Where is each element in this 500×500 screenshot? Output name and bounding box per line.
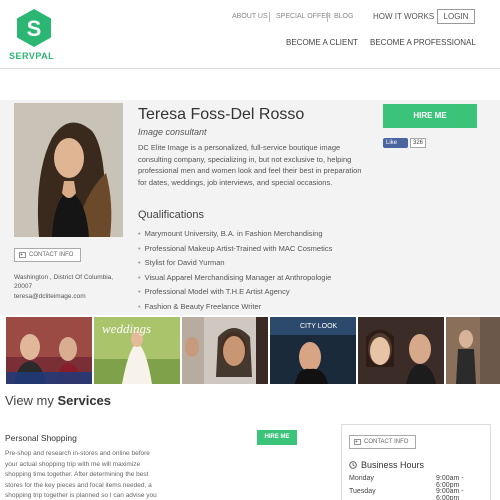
nav-divider <box>269 12 270 22</box>
profile-email[interactable]: teresa@dcliteimage.com <box>14 293 86 300</box>
service-description: Pre-shop and research in-stores and onli… <box>5 450 157 499</box>
contact-info-button[interactable]: CONTACT INFO <box>14 248 81 262</box>
gallery-weddings-text: weddings <box>102 321 151 336</box>
nav-become-professional[interactable]: BECOME A PROFESSIONAL <box>370 38 476 47</box>
panel-contact-info-button[interactable]: CONTACT INFO <box>349 435 416 449</box>
hours-time: 9:00am - 6:00pm <box>436 475 464 489</box>
contact-info-label: CONTACT INFO <box>29 252 74 258</box>
user-card-icon <box>354 439 361 445</box>
qualifications-list: Marymount University, B.A. in Fashion Me… <box>138 227 333 315</box>
nav-how-it-works[interactable]: HOW IT WORKS <box>373 12 434 21</box>
nav-become-client[interactable]: BECOME A CLIENT <box>286 38 358 47</box>
nav-divider <box>327 12 328 22</box>
header-divider <box>0 68 500 69</box>
hours-day: Monday <box>349 475 374 482</box>
service-name: Personal Shopping <box>5 433 77 443</box>
svg-text:S: S <box>27 16 42 41</box>
login-button[interactable]: LOGIN <box>437 9 475 24</box>
brand-name[interactable]: SERVPAL <box>9 51 54 61</box>
nav-special-offer[interactable]: SPECIAL OFFER <box>276 13 331 20</box>
hours-day: Tuesday <box>349 488 376 495</box>
profile-bio: DC Elite Image is a personalized, full-s… <box>138 143 362 187</box>
service-hire-button[interactable]: HIRE ME <box>257 430 297 445</box>
nav-blog[interactable]: BLOG <box>334 13 353 20</box>
qualification-item: Professional Makeup Artist-Trained with … <box>138 242 333 257</box>
qualification-item: Professional Model with T.H.E Artist Age… <box>138 285 332 300</box>
gallery-image[interactable] <box>6 317 92 384</box>
gallery-image[interactable]: weddings <box>94 317 180 384</box>
profile-location: Washington , District Of Columbia, 20007 <box>14 274 114 290</box>
business-hours-label: Business Hours <box>361 460 425 470</box>
services-heading-prefix: View my <box>5 393 54 408</box>
facebook-like-button[interactable]: Like <box>383 138 408 148</box>
gallery-image[interactable] <box>358 317 444 384</box>
user-card-icon <box>19 252 26 258</box>
gallery-image[interactable]: CITY LOOK <box>270 317 356 384</box>
services-heading-bold: Services <box>57 393 112 408</box>
hours-time: 9:00am - 6:00pm <box>436 488 464 500</box>
services-heading: View my Services <box>5 393 111 408</box>
qualifications-title: Qualifications <box>138 209 205 221</box>
qualification-item: Marymount University, B.A. in Fashion Me… <box>138 227 332 242</box>
profile-name: Teresa Foss-Del Rosso <box>138 106 305 123</box>
gallery-citylook-text: CITY LOOK <box>300 323 338 330</box>
nav-about-us[interactable]: ABOUT US <box>232 13 268 20</box>
profile-role: Image consultant <box>138 127 207 137</box>
profile-photo <box>14 103 123 237</box>
servpal-logo-icon[interactable]: S <box>14 8 54 48</box>
qualification-item: Fashion & Beauty Freelance Writer <box>138 300 332 315</box>
like-label: Like <box>386 140 398 146</box>
qualification-item: Stylist for David Yurman <box>138 256 332 271</box>
panel-contact-label: CONTACT INFO <box>364 439 409 445</box>
business-hours-title: Business Hours <box>349 460 424 470</box>
like-count: 326 <box>410 138 427 148</box>
gallery-image[interactable] <box>446 317 500 384</box>
hire-me-button[interactable]: HIRE ME <box>383 104 477 128</box>
gallery-image[interactable] <box>182 317 268 384</box>
qualification-item: Visual Apparel Merchandising Manager at … <box>138 271 332 286</box>
